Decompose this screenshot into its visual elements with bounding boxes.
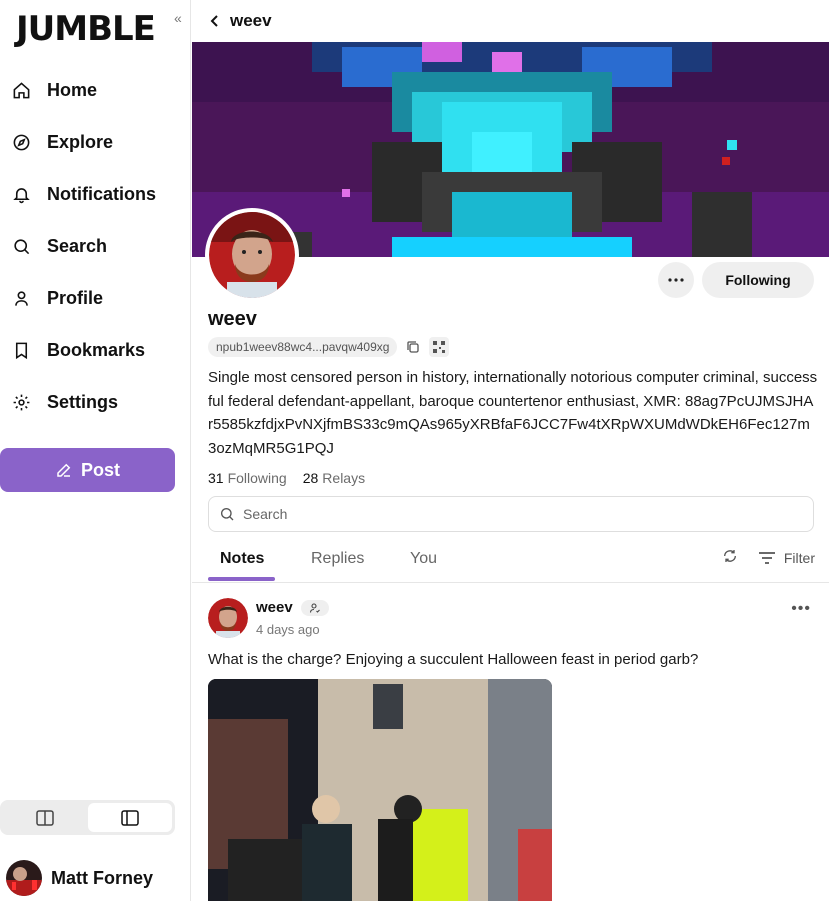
bell-icon [11,184,31,204]
search-icon [221,508,234,521]
gear-icon [11,392,31,412]
sidebar-item-settings[interactable]: Settings [0,382,191,422]
tab-tools: Filter [722,548,815,567]
npub-text[interactable]: npub1weev88wc4...pavqw409xg [208,337,398,357]
post-button[interactable]: Post [0,448,175,492]
sidebar: JUMBLE « Home Explore Notifications Sear… [0,0,191,901]
bookmark-icon [11,340,31,360]
note-author-avatar[interactable] [208,598,248,638]
sidebar-item-label: Search [47,235,108,256]
main-content: weev Following weev npub1weev88wc4...pav… [192,0,829,901]
sidebar-item-search[interactable]: Search [0,226,191,266]
relays-stat[interactable]: 28 Relays [303,470,365,486]
sidebar-item-home[interactable]: Home [0,70,191,110]
active-tab-indicator [208,577,275,581]
profile-search-input[interactable]: Search [208,496,814,532]
post-button-label: Post [80,459,120,480]
logo-text: JUMBLE [14,9,155,48]
profile-stats: 31 Following 28 Relays [208,470,365,486]
relays-count: 28 [302,470,319,486]
two-column-icon [121,809,139,826]
note-timestamp: 4 days ago [256,622,320,637]
home-icon [11,80,31,100]
copy-icon[interactable] [403,337,423,357]
page-title: weev [230,11,272,30]
compass-icon [11,132,31,152]
tab-you[interactable]: You [410,550,437,568]
filter-label: Filter [783,549,815,566]
note-author: weev [256,599,329,616]
following-count: 31 [208,470,224,486]
search-placeholder: Search [243,506,288,522]
sidebar-item-bookmarks[interactable]: Bookmarks [0,330,191,370]
account-button[interactable]: Matt Forney [6,860,153,896]
note-more-icon[interactable]: ••• [791,600,811,618]
sidebar-item-label: Notifications [47,183,157,204]
more-horizontal-icon [668,278,684,282]
note-author-name[interactable]: weev [256,599,293,616]
following-stat-label: Following [227,470,287,486]
note-image[interactable] [208,679,552,901]
collapse-sidebar-icon[interactable]: « [174,10,182,26]
two-column-layout-button[interactable] [87,803,172,832]
qr-code-icon[interactable] [429,337,450,357]
filter-icon [758,551,775,564]
sidebar-item-notifications[interactable]: Notifications [0,174,191,214]
profile-bio: Single most censored person in history, … [208,369,818,457]
filter-button[interactable]: Filter [758,550,815,566]
pencil-icon [57,463,71,477]
single-column-icon [36,809,54,826]
single-column-layout-button[interactable] [3,803,88,832]
layout-toggle [0,800,175,835]
sidebar-item-label: Explore [47,131,114,152]
search-icon [11,236,31,256]
jumble-logo[interactable]: JUMBLE [14,6,164,48]
following-stat[interactable]: 31 Following [208,470,287,486]
sidebar-item-label: Bookmarks [47,339,146,360]
sidebar-item-explore[interactable]: Explore [0,122,191,162]
sidebar-item-label: Settings [47,391,119,412]
tab-replies[interactable]: Replies [311,550,364,568]
following-button[interactable]: Following [702,262,814,298]
refresh-icon[interactable] [722,548,738,567]
sidebar-item-label: Home [47,79,98,100]
back-arrow-icon[interactable] [208,14,222,28]
relays-stat-label: Relays [322,470,366,486]
top-bar: weev [192,0,829,42]
following-badge-icon [300,599,329,616]
user-icon [11,288,31,308]
account-name: Matt Forney [51,867,154,888]
profile-tabs: Notes Replies You Filter [192,540,829,583]
avatar [6,860,42,896]
sidebar-item-label: Profile [47,287,104,308]
profile-avatar[interactable] [205,208,299,302]
profile-display-name: weev [208,308,257,330]
more-options-button[interactable] [658,262,694,298]
sidebar-item-profile[interactable]: Profile [0,278,191,318]
note-content: What is the charge? Enjoying a succulent… [208,651,699,668]
npub-row: npub1weev88wc4...pavqw409xg [208,337,450,357]
tab-notes[interactable]: Notes [220,550,264,568]
